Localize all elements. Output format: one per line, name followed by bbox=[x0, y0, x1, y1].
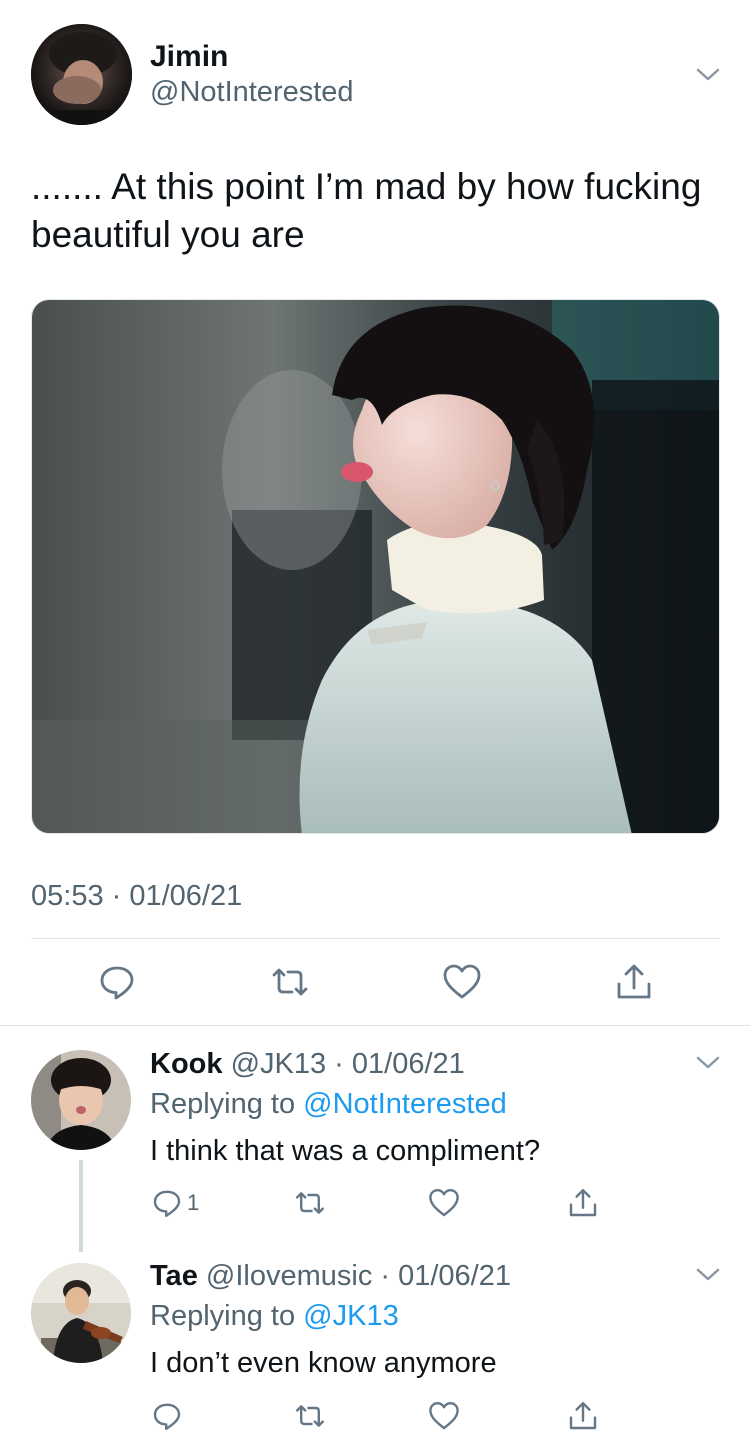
retweet-icon bbox=[296, 1192, 324, 1214]
mention-link[interactable]: @JK13 bbox=[303, 1300, 399, 1332]
share-button[interactable] bbox=[567, 1183, 599, 1223]
reply-author-name[interactable]: Kook bbox=[150, 1048, 223, 1080]
retweet-icon bbox=[272, 968, 308, 996]
replying-to: Replying to @JK13 bbox=[150, 1300, 399, 1333]
retweet-button[interactable] bbox=[294, 1183, 326, 1223]
author-handle[interactable]: @NotInterested bbox=[150, 76, 354, 109]
divider bbox=[0, 1025, 750, 1026]
reply-text: I think that was a compliment? bbox=[150, 1135, 541, 1167]
reply-header: Kook @JK13 · 01/06/21 bbox=[150, 1048, 465, 1081]
chevron-down-icon[interactable] bbox=[695, 1262, 721, 1288]
share-icon bbox=[569, 1402, 597, 1430]
share-button[interactable] bbox=[567, 1396, 599, 1436]
share-icon bbox=[617, 964, 651, 999]
chevron-down-icon[interactable] bbox=[695, 1050, 721, 1076]
reply-author-handle[interactable]: @JK13 bbox=[231, 1048, 327, 1080]
thread-connector bbox=[79, 1160, 83, 1252]
tweet-text: ....... At this point I’m mad by how fuc… bbox=[31, 166, 702, 255]
replying-to: Replying to @NotInterested bbox=[150, 1088, 507, 1121]
reply-date[interactable]: · 01/06/21 bbox=[334, 1048, 465, 1080]
share-icon bbox=[569, 1189, 597, 1217]
reply-date[interactable]: · 01/06/21 bbox=[380, 1260, 511, 1292]
heart-icon bbox=[429, 1189, 459, 1217]
like-button[interactable] bbox=[428, 1183, 460, 1223]
reply-button[interactable] bbox=[151, 1396, 183, 1436]
replying-to-label: Replying to bbox=[150, 1088, 296, 1120]
reply-icon bbox=[153, 1190, 181, 1217]
mention-link[interactable]: @NotInterested bbox=[303, 1088, 507, 1120]
heart-icon bbox=[443, 964, 481, 999]
heart-icon bbox=[429, 1402, 459, 1430]
like-button[interactable] bbox=[428, 1396, 460, 1436]
reply-text: I don’t even know anymore bbox=[150, 1347, 497, 1379]
author-avatar[interactable] bbox=[31, 24, 132, 125]
tweet-timestamp[interactable]: 05:53 · 01/06/21 bbox=[31, 880, 242, 913]
retweet-button[interactable] bbox=[266, 958, 314, 1006]
chevron-down-icon[interactable] bbox=[695, 62, 721, 88]
reply-avatar[interactable] bbox=[31, 1050, 131, 1150]
reply-header: Tae @Ilovemusic · 01/06/21 bbox=[150, 1260, 511, 1293]
reply-button[interactable] bbox=[93, 958, 141, 1006]
reply-author-name[interactable]: Tae bbox=[150, 1260, 198, 1292]
like-button[interactable] bbox=[438, 958, 486, 1006]
retweet-icon bbox=[296, 1405, 324, 1427]
reply-icon bbox=[100, 966, 134, 1000]
reply-count: 1 bbox=[187, 1190, 200, 1215]
tweet-image[interactable] bbox=[31, 299, 720, 834]
reply-button[interactable]: 1 bbox=[151, 1183, 199, 1223]
retweet-button[interactable] bbox=[294, 1396, 326, 1436]
divider bbox=[31, 938, 720, 939]
share-button[interactable] bbox=[610, 958, 658, 1006]
author-name[interactable]: Jimin bbox=[150, 40, 228, 74]
reply-avatar[interactable] bbox=[31, 1263, 131, 1363]
reply-icon bbox=[153, 1403, 181, 1430]
replying-to-label: Replying to bbox=[150, 1300, 296, 1332]
reply-author-handle[interactable]: @Ilovemusic bbox=[206, 1260, 372, 1292]
